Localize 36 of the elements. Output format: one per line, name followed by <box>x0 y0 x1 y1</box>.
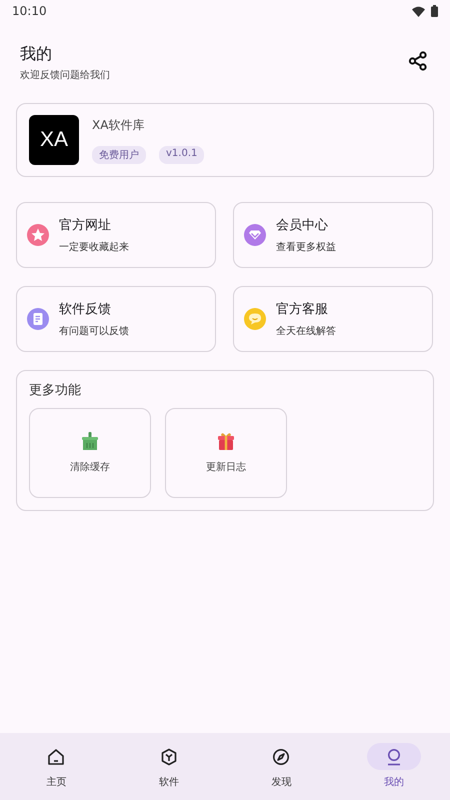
chat-bubble-icon <box>244 308 266 330</box>
shortcut-title: 软件反馈 <box>59 301 112 318</box>
cube-icon <box>160 748 178 766</box>
shortcut-subtitle: 有问题可以反馈 <box>59 324 129 338</box>
broom-icon <box>81 432 99 450</box>
section-title: 更多功能 <box>29 382 82 399</box>
status-time: 10:10 <box>12 4 47 18</box>
shortcut-card[interactable]: 会员中心 查看更多权益 <box>233 202 433 268</box>
nav-tab[interactable]: 主页 <box>0 733 112 800</box>
shortcut-title: 官方客服 <box>276 301 329 318</box>
wifi-icon <box>412 6 425 16</box>
battery-icon <box>431 5 438 17</box>
shortcut-card[interactable]: 软件反馈 有问题可以反馈 <box>16 286 216 352</box>
shortcut-title: 会员中心 <box>276 217 329 234</box>
page-title: 我的 <box>20 44 53 65</box>
app-logo: XA <box>29 115 79 165</box>
app-name: XA软件库 <box>92 116 146 134</box>
share-icon[interactable] <box>408 51 428 71</box>
feature-tile[interactable]: 清除缓存 <box>29 408 151 498</box>
feature-tile[interactable]: 更新日志 <box>165 408 287 498</box>
gift-icon <box>217 432 235 450</box>
nav-tab[interactable]: 发现 <box>225 733 338 800</box>
page-subtitle: 欢迎反馈问题给我们 <box>20 68 110 82</box>
shortcut-subtitle: 查看更多权益 <box>276 240 336 254</box>
compass-icon <box>272 748 290 766</box>
shortcut-title: 官方网址 <box>59 217 112 234</box>
shortcut-card[interactable]: 官方网址 一定要收藏起来 <box>16 202 216 268</box>
shortcut-subtitle: 全天在线解答 <box>276 324 336 338</box>
tag: 免费用户 <box>92 146 146 164</box>
nav-tab[interactable]: 我的 <box>338 733 450 800</box>
shortcut-subtitle: 一定要收藏起来 <box>59 240 129 254</box>
document-icon <box>27 308 49 330</box>
home-icon <box>47 748 66 766</box>
tag: v1.0.1 <box>159 146 204 164</box>
nav-tab[interactable]: 软件 <box>112 733 225 800</box>
shortcut-card[interactable]: 官方客服 全天在线解答 <box>233 286 433 352</box>
